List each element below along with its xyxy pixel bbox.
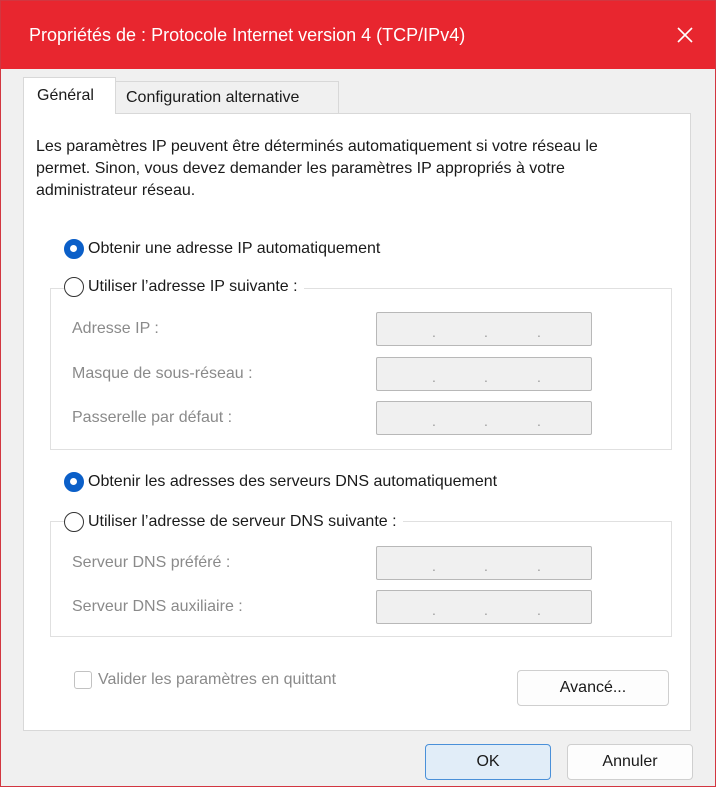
ip-auto-label: Obtenir une adresse IP automatiquement — [88, 240, 381, 257]
ip-address-input[interactable]: ... — [376, 312, 592, 346]
preferred-dns-label: Serveur DNS préféré : — [72, 554, 231, 571]
dns-manual-radio-row[interactable]: Utiliser l’adresse de serveur DNS suivan… — [64, 512, 403, 532]
dns-manual-radio[interactable] — [64, 512, 84, 532]
subnet-mask-label: Masque de sous-réseau : — [72, 365, 253, 382]
validate-on-exit-label: Valider les paramètres en quittant — [98, 671, 337, 688]
default-gateway-input[interactable]: ... — [376, 401, 592, 435]
cancel-button[interactable]: Annuler — [567, 744, 693, 780]
dns-auto-label: Obtenir les adresses des serveurs DNS au… — [88, 473, 498, 490]
subnet-mask-input[interactable]: ... — [376, 357, 592, 391]
validate-on-exit-checkbox[interactable] — [74, 671, 92, 689]
tab-general[interactable]: Général — [23, 77, 116, 114]
preferred-dns-input[interactable]: ... — [376, 546, 592, 580]
description-text: Les paramètres IP peuvent être déterminé… — [36, 138, 598, 199]
alternate-dns-input[interactable]: ... — [376, 590, 592, 624]
ip-manual-radio[interactable] — [64, 277, 84, 297]
properties-dialog: Propriétés de : Protocole Internet versi… — [0, 0, 716, 787]
tab-alternate-configuration[interactable]: Configuration alternative — [116, 81, 339, 113]
dns-auto-radio[interactable] — [64, 472, 84, 492]
ip-address-label: Adresse IP : — [72, 320, 159, 337]
close-button[interactable] — [655, 1, 715, 69]
general-panel: Les paramètres IP peuvent être déterminé… — [23, 113, 691, 731]
ok-button[interactable]: OK — [425, 744, 551, 780]
ip-auto-radio[interactable] — [64, 239, 84, 259]
ip-manual-radio-row[interactable]: Utiliser l’adresse IP suivante : — [64, 277, 304, 297]
close-icon — [677, 27, 693, 43]
ip-manual-label: Utiliser l’adresse IP suivante : — [88, 278, 298, 295]
advanced-button[interactable]: Avancé... — [517, 670, 669, 706]
ip-auto-radio-row[interactable]: Obtenir une adresse IP automatiquement — [64, 239, 387, 259]
default-gateway-label: Passerelle par défaut : — [72, 409, 233, 426]
alternate-dns-label: Serveur DNS auxiliaire : — [72, 598, 243, 615]
title-bar: Propriétés de : Protocole Internet versi… — [1, 1, 715, 69]
dns-auto-radio-row[interactable]: Obtenir les adresses des serveurs DNS au… — [64, 472, 504, 492]
dns-manual-label: Utiliser l’adresse de serveur DNS suivan… — [88, 513, 397, 530]
window-title: Propriétés de : Protocole Internet versi… — [29, 25, 466, 45]
validate-on-exit-row[interactable]: Valider les paramètres en quittant — [74, 671, 336, 689]
